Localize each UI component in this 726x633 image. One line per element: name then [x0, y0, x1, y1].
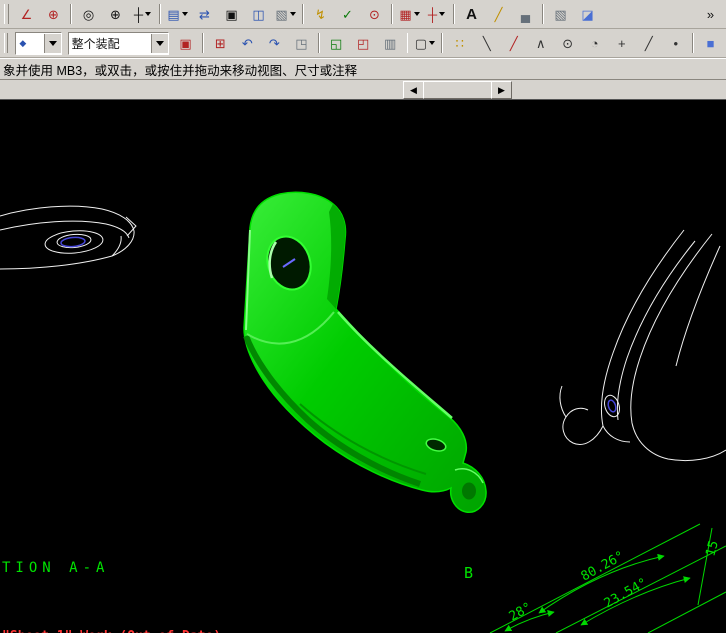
- box-green-icon[interactable]: ◱: [323, 32, 350, 55]
- shaded-cube-icon[interactable]: ■: [697, 32, 724, 55]
- toolbar-separator: [317, 33, 320, 53]
- toolbar-row-1: ∠ ⊕ ◎ ⊕ ┼ ▤ ⇄ ▣ ◫ ▧ ↯ ✓ ⊙ ▦ ┼ A ╱ ▄ ▧ ◪ …: [0, 0, 726, 29]
- drawing-svg[interactable]: 80.26° 23.54° 28° 15 B TION A-A "Sheet 1…: [0, 100, 726, 633]
- right-wireframe-part[interactable]: [559, 229, 726, 462]
- cube-icon[interactable]: ◳: [288, 32, 315, 55]
- snap-line-icon[interactable]: ╲: [473, 32, 500, 55]
- stamp-icon[interactable]: ▄: [512, 3, 539, 26]
- toolbar-grip[interactable]: [4, 33, 9, 53]
- toolbar-separator: [406, 33, 409, 53]
- selection-filter-combo[interactable]: ◆: [15, 31, 62, 55]
- section-view-icon[interactable]: ▧: [272, 3, 299, 26]
- assembly-scope-combo[interactable]: 整个装配: [67, 31, 170, 55]
- overflow-icon[interactable]: »: [697, 3, 724, 26]
- highlighted-bracket-part[interactable]: [243, 191, 487, 513]
- toolbar-grip[interactable]: [4, 4, 9, 24]
- table-icon[interactable]: ▦: [396, 3, 423, 26]
- layers-icon[interactable]: ▥: [377, 32, 404, 55]
- center-point-icon[interactable]: ⊕: [102, 3, 129, 26]
- selection-filter-icon: ◆: [16, 33, 44, 53]
- sheet-view-icon[interactable]: ▤: [164, 3, 191, 26]
- prompt-text: 象并使用 MB3，或双击，或按住并拖动来移动视图、尺寸或注释: [3, 63, 358, 78]
- scrollbar-thumb[interactable]: [423, 81, 493, 99]
- snap-plus-icon[interactable]: +: [608, 32, 635, 55]
- grid-plus-icon[interactable]: ⊞: [207, 32, 234, 55]
- angle-dim-text[interactable]: 28°: [507, 600, 535, 625]
- snap-center-icon[interactable]: ⊙: [554, 32, 581, 55]
- snap-grid-icon[interactable]: ∷: [446, 32, 473, 55]
- toolbar-separator: [159, 4, 161, 24]
- redo-icon[interactable]: ↷: [261, 32, 288, 55]
- angle-snap-icon[interactable]: ∠: [13, 3, 40, 26]
- check-icon[interactable]: ✓: [334, 3, 361, 26]
- projected-view-icon[interactable]: ◫: [245, 3, 272, 26]
- scroll-left-icon[interactable]: ◀: [403, 81, 424, 99]
- selection-rect-icon[interactable]: ▢: [411, 32, 438, 55]
- chevron-down-icon[interactable]: [43, 33, 61, 53]
- toolbar-separator: [391, 4, 393, 24]
- circle-view-icon[interactable]: ◎: [75, 3, 102, 26]
- toolbar-separator: [692, 33, 695, 53]
- target-icon[interactable]: ⊙: [361, 3, 388, 26]
- toolbar-row-2: ◆ 整个装配 ▣ ⊞ ↶ ↷ ◳ ◱ ◰ ▥ ▢ ∷ ╲ ╱ ∧ ⊙ ◔ + ╱…: [0, 29, 726, 58]
- measure-icon[interactable]: ⊕: [40, 3, 67, 26]
- cube-gray-icon[interactable]: ▧: [547, 3, 574, 26]
- lightning-icon[interactable]: ↯: [307, 3, 334, 26]
- update-views-icon[interactable]: ⇄: [191, 3, 218, 26]
- box-red-icon[interactable]: ◰: [350, 32, 377, 55]
- toolbar-separator: [70, 4, 72, 24]
- angle-dim-text[interactable]: 80.26°: [579, 549, 627, 585]
- status-prompt-bar: 象并使用 MB3，或双击，或按住并拖动来移动视图、尺寸或注释: [0, 58, 726, 80]
- toolbar-separator: [202, 33, 204, 53]
- left-wireframe-part[interactable]: [0, 205, 137, 270]
- assembly-scope-value: 整个装配: [68, 33, 152, 53]
- base-view-icon[interactable]: ▣: [218, 3, 245, 26]
- horizontal-scrollbar[interactable]: ◀ ▶: [0, 80, 726, 100]
- toolbar-separator: [453, 4, 455, 24]
- grid-cross-icon[interactable]: ┼: [423, 3, 450, 26]
- toolbar-separator: [302, 4, 304, 24]
- snap-endpoint-icon[interactable]: ╱: [500, 32, 527, 55]
- drawing-canvas[interactable]: 80.26° 23.54° 28° 15 B TION A-A "Sheet 1…: [0, 100, 726, 633]
- work-layer-icon[interactable]: ▣: [172, 32, 199, 55]
- cube-blue-icon[interactable]: ◪: [574, 3, 601, 26]
- chevron-down-icon[interactable]: [151, 33, 169, 53]
- scroll-right-icon[interactable]: ▶: [491, 81, 512, 99]
- snap-tangent-icon[interactable]: ╱: [635, 32, 662, 55]
- toolbar-separator: [542, 4, 544, 24]
- view-label-b[interactable]: B: [464, 564, 473, 582]
- snap-intersection-icon[interactable]: ∧: [527, 32, 554, 55]
- right-part-center-mark[interactable]: [607, 399, 617, 413]
- section-label[interactable]: TION A-A: [2, 560, 109, 576]
- undo-icon[interactable]: ↶: [234, 32, 261, 55]
- nx-drafting-window: ∠ ⊕ ◎ ⊕ ┼ ▤ ⇄ ▣ ◫ ▧ ↯ ✓ ⊙ ▦ ┼ A ╱ ▄ ▧ ◪ …: [0, 0, 726, 633]
- snap-quadrant-icon[interactable]: ◔: [581, 32, 608, 55]
- crosshair-icon[interactable]: ┼: [129, 3, 156, 26]
- toolbar-separator: [441, 33, 444, 53]
- length-dim-text[interactable]: 15: [703, 539, 722, 558]
- text-icon[interactable]: A: [458, 3, 485, 26]
- ruler-icon[interactable]: ╱: [485, 3, 512, 26]
- sheet-status: "Sheet 1" Work (Out of Date): [2, 629, 221, 633]
- snap-dot-icon[interactable]: •: [662, 32, 689, 55]
